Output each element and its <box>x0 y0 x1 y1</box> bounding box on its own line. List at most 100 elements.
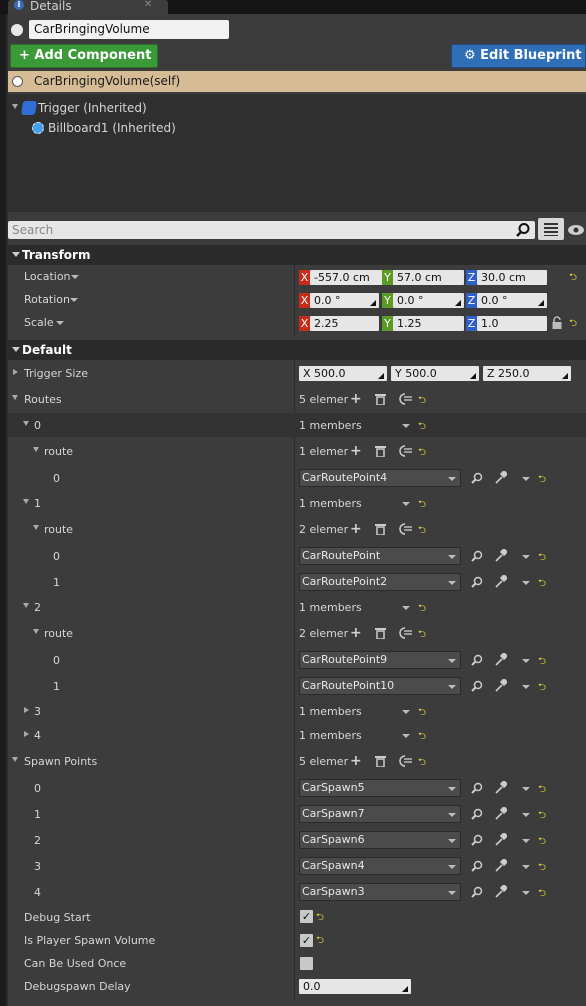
edit-blueprint-button[interactable]: ⚙ Edit Blueprint ▾ <box>451 44 586 85</box>
trash-icon[interactable] <box>375 445 386 457</box>
add-element-icon[interactable]: + <box>350 521 362 537</box>
browse-icon[interactable] <box>471 472 483 484</box>
chevron-down-icon[interactable] <box>402 424 410 428</box>
add-element-icon[interactable]: + <box>350 391 362 407</box>
trigger-size-z-input[interactable]: Z 250.0 <box>483 366 571 381</box>
reset-icon[interactable]: ⮌ <box>538 860 546 877</box>
expand-arrow-icon[interactable] <box>24 731 29 737</box>
reset-icon[interactable]: ⮌ <box>538 886 546 903</box>
chevron-down-icon[interactable] <box>522 555 530 559</box>
reset-icon[interactable]: ⮌ <box>538 782 546 799</box>
expand-arrow-icon[interactable] <box>23 603 29 608</box>
location-y-input[interactable]: 57.0 cm <box>393 270 464 285</box>
route-point-combo[interactable]: CarRoutePoint9 <box>299 651 461 669</box>
scale-y-input[interactable]: 1.25 <box>393 316 464 331</box>
debugspawn-delay-input[interactable]: 0.0 <box>299 979 411 994</box>
scale-x-input[interactable]: 2.25 <box>310 316 379 331</box>
expand-arrow-icon[interactable] <box>23 421 29 426</box>
trash-icon[interactable] <box>375 393 386 405</box>
browse-icon[interactable] <box>471 808 483 820</box>
category-default[interactable]: Default <box>8 340 586 360</box>
browse-icon[interactable] <box>471 576 483 588</box>
reset-icon[interactable]: ⮌ <box>569 270 577 287</box>
reset-icon[interactable]: ⮌ <box>538 472 546 489</box>
component-trigger[interactable]: Trigger (Inherited) <box>38 101 147 115</box>
route-point-combo[interactable]: CarRoutePoint2 <box>299 573 461 591</box>
chevron-down-icon[interactable] <box>448 477 456 481</box>
reset-icon[interactable]: ⮌ <box>569 316 577 333</box>
reset-icon[interactable]: ⮌ <box>316 910 324 927</box>
browse-icon[interactable] <box>471 550 483 562</box>
property-matrix-button[interactable] <box>538 218 564 240</box>
chevron-down-icon[interactable] <box>448 555 456 559</box>
duplicate-icon[interactable] <box>399 445 412 457</box>
reset-icon[interactable]: ⮌ <box>418 755 426 772</box>
location-label[interactable]: Location <box>24 270 71 283</box>
picker-icon[interactable] <box>495 833 507 846</box>
route-point-combo[interactable]: CarRoutePoint10 <box>299 677 461 695</box>
chevron-down-icon[interactable] <box>448 865 456 869</box>
chevron-down-icon[interactable] <box>56 321 64 325</box>
expand-arrow-icon[interactable] <box>12 104 18 109</box>
scale-label[interactable]: Scale <box>24 316 54 329</box>
picker-icon[interactable] <box>495 653 507 666</box>
chevron-down-icon[interactable] <box>448 659 456 663</box>
picker-icon[interactable] <box>495 471 507 484</box>
spawn-point-combo[interactable]: CarSpawn3 <box>299 883 461 901</box>
browse-icon[interactable] <box>471 654 483 666</box>
add-element-icon[interactable]: + <box>350 625 362 641</box>
picker-icon[interactable] <box>495 575 507 588</box>
spawn-point-combo[interactable]: CarSpawn6 <box>299 831 461 849</box>
is-player-spawn-volume-checkbox[interactable]: ✓ <box>300 934 313 947</box>
reset-icon[interactable]: ⮌ <box>418 627 426 644</box>
chevron-down-icon[interactable] <box>522 839 530 843</box>
chevron-down-icon[interactable] <box>402 710 410 714</box>
close-icon[interactable]: ✕ <box>144 0 152 10</box>
expand-arrow-icon[interactable] <box>12 757 18 762</box>
browse-icon[interactable] <box>471 680 483 692</box>
chevron-down-icon[interactable] <box>522 581 530 585</box>
chevron-down-icon[interactable] <box>522 787 530 791</box>
add-element-icon[interactable]: + <box>350 753 362 769</box>
browse-icon[interactable] <box>471 834 483 846</box>
category-transform[interactable]: Transform <box>8 245 586 265</box>
expand-arrow-icon[interactable] <box>12 395 18 400</box>
add-element-icon[interactable]: + <box>350 443 362 459</box>
reset-icon[interactable]: ⮌ <box>418 497 426 514</box>
eye-icon[interactable] <box>567 224 585 236</box>
reset-icon[interactable]: ⮌ <box>538 576 546 593</box>
rotation-y-input[interactable]: 0.0 ° <box>393 293 464 308</box>
chevron-down-icon[interactable] <box>522 891 530 895</box>
duplicate-icon[interactable] <box>399 523 412 535</box>
reset-icon[interactable]: ⮌ <box>538 654 546 671</box>
browse-icon[interactable] <box>471 860 483 872</box>
trigger-size-x-input[interactable]: X 500.0 <box>299 366 387 381</box>
expand-arrow-icon[interactable] <box>33 525 39 530</box>
chevron-down-icon[interactable] <box>522 685 530 689</box>
picker-icon[interactable] <box>495 807 507 820</box>
actor-name-input[interactable]: CarBringingVolume <box>29 20 229 39</box>
spawn-point-combo[interactable]: CarSpawn7 <box>299 805 461 823</box>
reset-icon[interactable]: ⮌ <box>418 393 426 410</box>
rotation-x-input[interactable]: 0.0 ° <box>310 293 379 308</box>
rotation-label[interactable]: Rotation <box>24 293 70 306</box>
add-component-button[interactable]: + Add Component ▾ <box>10 44 158 85</box>
picker-icon[interactable] <box>495 859 507 872</box>
location-z-input[interactable]: 30.0 cm <box>477 270 547 285</box>
route-point-combo[interactable]: CarRoutePoint <box>299 547 461 565</box>
picker-icon[interactable] <box>495 885 507 898</box>
chevron-down-icon[interactable] <box>522 813 530 817</box>
reset-icon[interactable]: ⮌ <box>418 601 426 618</box>
reset-icon[interactable]: ⮌ <box>538 680 546 697</box>
spawn-point-combo[interactable]: CarSpawn5 <box>299 779 461 797</box>
trash-icon[interactable] <box>375 627 386 639</box>
chevron-down-icon[interactable] <box>448 581 456 585</box>
reset-icon[interactable]: ⮌ <box>418 445 426 462</box>
debug-start-checkbox[interactable]: ✓ <box>300 910 313 923</box>
picker-icon[interactable] <box>495 781 507 794</box>
duplicate-icon[interactable] <box>399 755 412 767</box>
search-icon[interactable] <box>515 222 531 238</box>
chevron-down-icon[interactable] <box>522 865 530 869</box>
chevron-down-icon[interactable] <box>448 685 456 689</box>
chevron-down-icon[interactable] <box>448 839 456 843</box>
